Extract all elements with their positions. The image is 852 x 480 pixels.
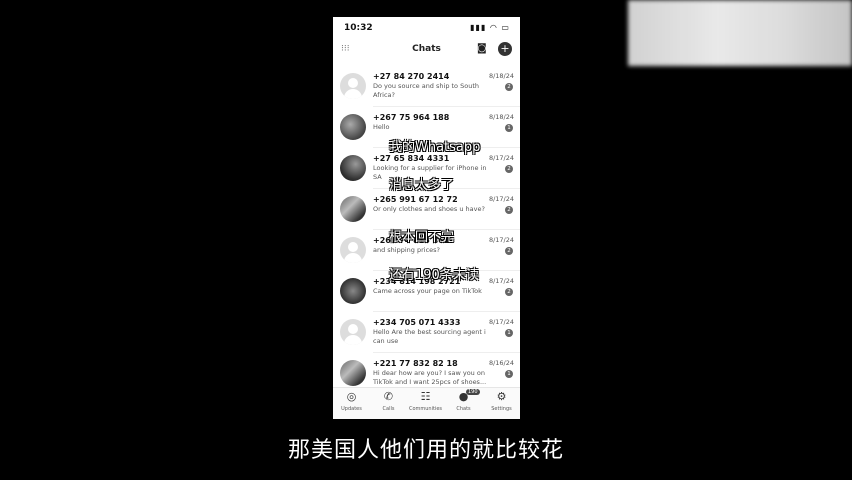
phone-screen: 10:32 ▮▮▮ ◠ ▭ ⁝⁝⁝ Chats ◙ + +27 84 270 2… xyxy=(333,17,520,419)
chat-date: 8/17/24 xyxy=(488,195,514,203)
tab-communities[interactable]: ☷ Communities xyxy=(407,388,444,419)
message-preview: Hello Are the best sourcing agent i can … xyxy=(373,328,486,345)
overlay-text-4: 还有190条未读 xyxy=(389,268,479,283)
video-subtitle: 那美国人他们用的就比较花 xyxy=(287,438,564,463)
chat-date: 8/17/24 xyxy=(488,277,514,285)
message-preview: Do you source and ship to South Africa? xyxy=(373,82,479,99)
tab-label: Updates xyxy=(341,406,362,412)
avatar xyxy=(340,278,366,304)
message-preview: Or only clothes and shoes u have? xyxy=(373,205,485,213)
bottom-tab-bar: ◎ Updates ✆ Calls ☷ Communities ● 190 Ch… xyxy=(333,387,520,419)
contact-name: +221 77 832 82 18 xyxy=(373,359,458,368)
unread-badge: 2 xyxy=(505,83,513,91)
camera-icon[interactable]: ◙ xyxy=(477,43,487,54)
blurred-background-patch xyxy=(628,0,852,66)
updates-icon: ◎ xyxy=(346,390,357,403)
avatar xyxy=(340,73,366,99)
message-preview: and shipping prices? xyxy=(373,246,440,254)
overlay-text-1: 我的Whatsapp xyxy=(389,140,481,155)
unread-badge: 1 xyxy=(505,124,513,132)
tab-label: Settings xyxy=(491,406,512,412)
contact-name: +27 84 270 2414 xyxy=(373,72,450,81)
row-divider xyxy=(373,106,520,107)
chat-date: 8/18/24 xyxy=(488,113,514,121)
status-bar: 10:32 ▮▮▮ ◠ ▭ xyxy=(333,17,520,39)
tab-settings[interactable]: ⚙ Settings xyxy=(483,388,520,419)
message-preview: Hi dear how are you? I saw you on TikTok… xyxy=(373,369,487,386)
contact-name: +27 65 834 4331 xyxy=(373,154,450,163)
avatar xyxy=(340,196,366,222)
status-time: 10:32 xyxy=(344,23,373,33)
message-preview: Came across your page on TikTok xyxy=(373,287,482,295)
chat-date: 8/17/24 xyxy=(488,154,514,162)
avatar xyxy=(340,360,366,386)
contact-name: +265 991 67 12 72 xyxy=(373,195,458,204)
chat-date: 8/18/24 xyxy=(488,72,514,80)
row-divider xyxy=(373,311,520,312)
signal-wifi-battery-icon: ▮▮▮ ◠ ▭ xyxy=(470,23,510,32)
chat-row[interactable]: +234 705 071 4333 8/17/24 Hello Are the … xyxy=(333,313,520,353)
communities-icon: ☷ xyxy=(420,390,431,403)
tab-label: Chats xyxy=(456,406,471,412)
unread-badge: 2 xyxy=(505,165,513,173)
tab-chats[interactable]: ● 190 Chats xyxy=(445,388,482,419)
page-title: Chats xyxy=(412,44,441,54)
avatar xyxy=(340,319,366,345)
unread-badge: 1 xyxy=(505,370,513,378)
row-divider xyxy=(373,352,520,353)
chats-header: ⁝⁝⁝ Chats ◙ + xyxy=(333,39,520,65)
chat-date: 8/17/24 xyxy=(488,318,514,326)
unread-count-badge: 190 xyxy=(466,389,480,395)
tab-label: Communities xyxy=(408,406,443,412)
gear-icon: ⚙ xyxy=(496,390,507,403)
avatar xyxy=(340,155,366,181)
chat-row[interactable]: +27 84 270 2414 8/18/24 Do you source an… xyxy=(333,67,520,107)
overlay-text-3: 根本回不完 xyxy=(389,230,455,245)
unread-badge: 2 xyxy=(505,288,513,296)
unread-badge: 2 xyxy=(505,247,513,255)
message-preview: Hello xyxy=(373,123,390,131)
unread-badge: 1 xyxy=(505,329,513,337)
tab-calls[interactable]: ✆ Calls xyxy=(370,388,407,419)
avatar xyxy=(340,237,366,263)
overlay-text-2: 消息太多了 xyxy=(389,178,455,193)
phone-icon: ✆ xyxy=(383,390,394,403)
new-chat-button[interactable]: + xyxy=(498,42,512,56)
contact-name: +234 705 071 4333 xyxy=(373,318,461,327)
chat-date: 8/17/24 xyxy=(488,236,514,244)
chat-date: 8/16/24 xyxy=(488,359,514,367)
chat-row[interactable]: +265 991 67 12 72 8/17/24 Or only clothe… xyxy=(333,190,520,230)
contact-name: +267 75 964 188 xyxy=(373,113,450,122)
unread-badge: 2 xyxy=(505,206,513,214)
tab-label: Calls xyxy=(382,406,395,412)
tab-updates[interactable]: ◎ Updates xyxy=(333,388,370,419)
avatar xyxy=(340,114,366,140)
